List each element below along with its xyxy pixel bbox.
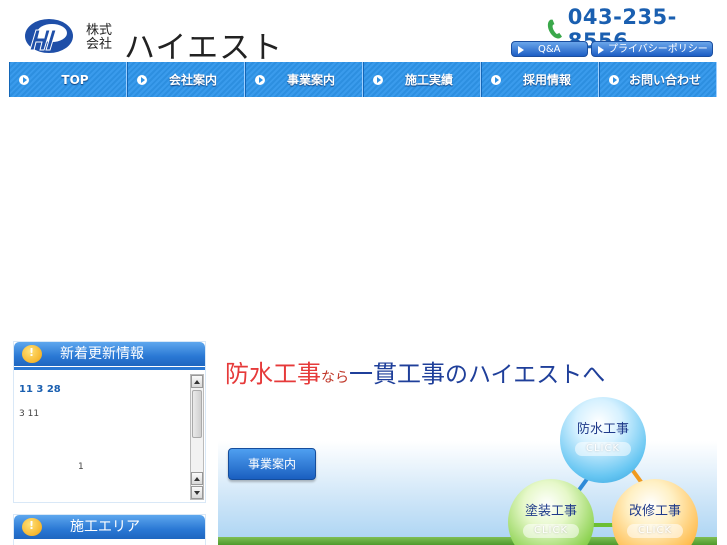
business-button[interactable]: 事業案内 xyxy=(228,448,316,480)
click-label: CLICK xyxy=(627,524,683,538)
nav-label: 事業案内 xyxy=(286,73,335,87)
waterproof-circle-button[interactable]: 防水工事 CLICK xyxy=(560,397,646,483)
area-title: 施工エリア xyxy=(70,519,140,535)
area-title-bar[interactable]: 施工エリア xyxy=(14,515,205,539)
arrow-bullet-icon xyxy=(19,75,29,85)
qa-button[interactable]: Q&A xyxy=(511,41,588,57)
scroll-down-icon[interactable] xyxy=(191,486,203,499)
headline-tail: のハイエストへ xyxy=(445,362,606,388)
headline-red: 防水工事 xyxy=(225,360,321,388)
company-kind: 株式会社 xyxy=(86,23,113,52)
company-name: ハイエスト xyxy=(124,30,284,66)
promo-banner: 防水工事なら一貫工事のハイエストへ 事業案内 防水工事 CLICK 塗装工事 C… xyxy=(218,341,717,545)
scroll-thumb[interactable] xyxy=(192,390,202,438)
circle-title: 防水工事 xyxy=(576,422,629,437)
arrow-bullet-icon xyxy=(609,75,619,85)
arrow-bullet-icon xyxy=(137,75,147,85)
news-badge-icon xyxy=(22,345,42,363)
news-title: 新着更新情報 xyxy=(60,346,144,362)
arrow-bullet-icon xyxy=(373,75,383,85)
site-header: 株式会社 ハイエスト 043-235-8556 Q&A プライバシーポリシー xyxy=(0,0,727,66)
nav-item-top[interactable]: TOP xyxy=(9,62,127,97)
nav-label: 会社案内 xyxy=(168,73,217,87)
nav-item-company[interactable]: 会社案内 xyxy=(127,62,245,97)
click-label: CLICK xyxy=(523,524,579,538)
nav-label: TOP xyxy=(61,72,89,87)
area-panel: 施工エリア xyxy=(13,514,206,545)
news-text: 3 11 xyxy=(19,409,40,419)
news-panel: 新着更新情報 11 3 28 3 11 1 xyxy=(13,341,206,503)
news-date: 11 3 28 xyxy=(19,384,61,395)
play-icon xyxy=(518,46,524,54)
divider xyxy=(14,367,205,370)
privacy-button-label: プライバシーポリシー xyxy=(608,44,708,55)
circle-title: 塗装工事 xyxy=(524,504,577,519)
arrow-bullet-icon xyxy=(255,75,265,85)
main-nav: TOP 会社案内 事業案内 施工実績 採用情報 お問い合わせ xyxy=(9,62,717,97)
news-page-number: 1 xyxy=(78,462,84,472)
hero-area xyxy=(9,97,717,337)
arrow-bullet-icon xyxy=(491,75,501,85)
nav-item-works[interactable]: 施工実績 xyxy=(363,62,481,97)
circle-title: 改修工事 xyxy=(628,504,681,519)
play-icon xyxy=(598,46,604,54)
headline-mid: なら xyxy=(321,370,349,386)
news-scrollbar[interactable] xyxy=(190,374,204,500)
privacy-policy-button[interactable]: プライバシーポリシー xyxy=(591,41,713,57)
nav-item-contact[interactable]: お問い合わせ xyxy=(599,62,717,97)
news-title-bar: 新着更新情報 xyxy=(14,342,205,366)
nav-label: 採用情報 xyxy=(522,73,571,87)
nav-item-recruit[interactable]: 採用情報 xyxy=(481,62,599,97)
nav-item-business[interactable]: 事業案内 xyxy=(245,62,363,97)
headline-blue: 一貫工事 xyxy=(349,360,445,388)
scroll-up-icon[interactable] xyxy=(191,375,203,388)
click-label: CLICK xyxy=(575,442,631,456)
nav-label: お問い合わせ xyxy=(628,73,701,87)
news-list: 11 3 28 3 11 xyxy=(19,384,189,419)
scroll-up-icon[interactable] xyxy=(191,472,203,485)
company-logo[interactable] xyxy=(22,16,74,58)
area-badge-icon xyxy=(22,518,42,536)
qa-button-label: Q&A xyxy=(538,44,561,55)
nav-label: 施工実績 xyxy=(404,73,453,87)
phone-icon xyxy=(547,19,562,39)
promo-headline: 防水工事なら一貫工事のハイエストへ xyxy=(225,354,605,389)
page: 株式会社 ハイエスト 043-235-8556 Q&A プライバシーポリシー T… xyxy=(0,0,727,545)
